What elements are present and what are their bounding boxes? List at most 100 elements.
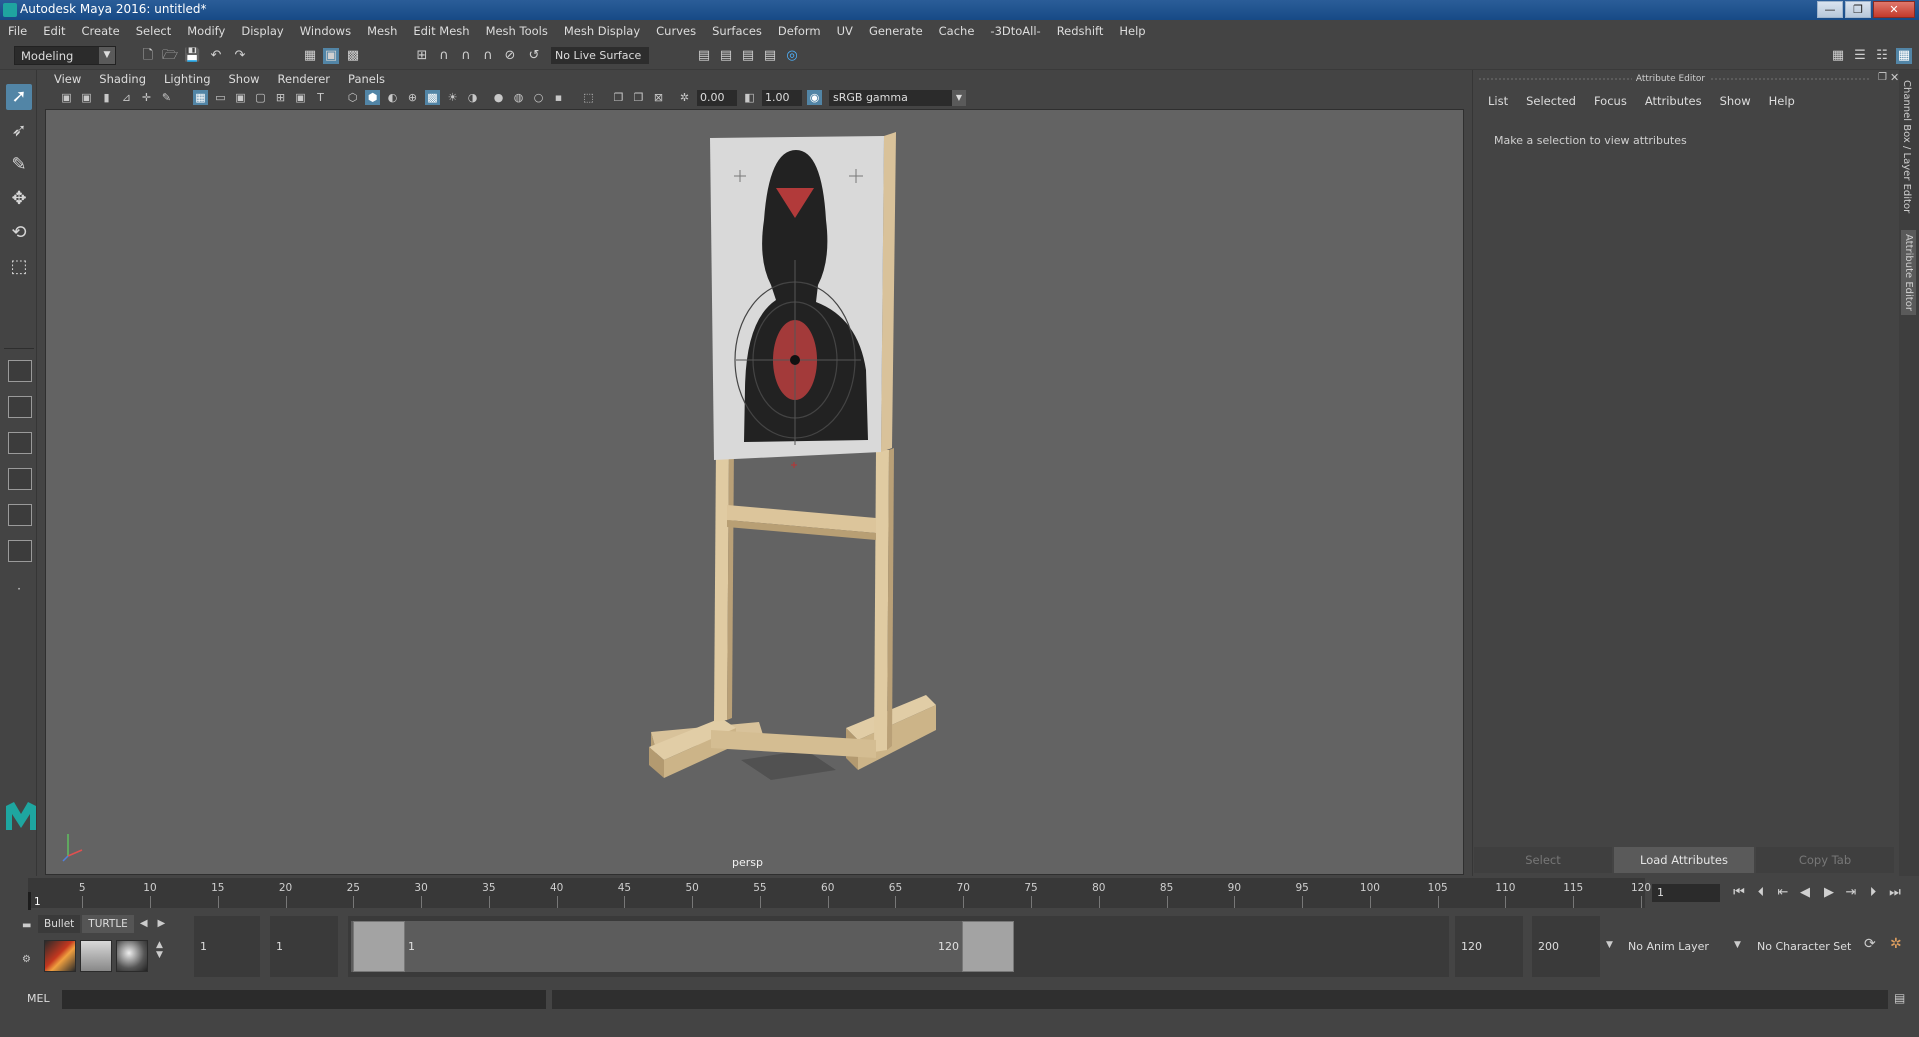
ae-menu-attributes[interactable]: Attributes (1636, 94, 1711, 108)
isolate-select-icon[interactable]: ⬚ (581, 90, 596, 105)
screen-space-ao-icon[interactable]: ● (491, 90, 506, 105)
hypershade-layout-icon[interactable] (8, 540, 32, 562)
shelf-tab-turtle[interactable]: TURTLE (82, 915, 134, 933)
current-frame-field[interactable]: 1 (1652, 884, 1720, 902)
field-chart-icon[interactable]: ⊞ (273, 90, 288, 105)
time-slider[interactable]: 1 5 10 15 20 25 30 35 40 45 50 55 60 65 70 75 80 85 90 95 1… (0, 876, 1919, 910)
menu-edit-mesh[interactable]: Edit Mesh (405, 24, 477, 38)
textured-icon[interactable]: ▩ (425, 90, 440, 105)
menu-create[interactable]: Create (74, 24, 128, 38)
shelf-scroll-icon[interactable]: ▲ ▼ (156, 940, 163, 960)
menu-redshift[interactable]: Redshift (1049, 24, 1112, 38)
select-button[interactable]: Select (1474, 847, 1612, 873)
resolution-gate-icon[interactable]: ▣ (233, 90, 248, 105)
step-back-key-icon[interactable]: ⇤ (1774, 884, 1792, 902)
persp-graph-layout-icon[interactable] (8, 468, 32, 490)
current-time-marker[interactable] (28, 892, 31, 910)
play-forwards-icon[interactable]: ▶ (1820, 884, 1838, 902)
single-perspective-layout-icon[interactable] (8, 360, 32, 382)
script-language-label[interactable]: MEL (27, 992, 50, 1005)
smooth-shade-icon[interactable]: ⬢ (365, 90, 380, 105)
rotate-tool-icon[interactable]: ⟲ (6, 220, 32, 246)
step-forward-frame-icon[interactable]: ⏵ (1864, 884, 1882, 902)
panel-menu-view[interactable]: View (45, 72, 90, 86)
tool-settings-icon[interactable]: ☷ (1874, 48, 1890, 64)
menu-modify[interactable]: Modify (179, 24, 233, 38)
exposure-icon[interactable]: ✲ (677, 90, 692, 105)
shelf-settings-icon[interactable]: ⚙ (22, 954, 31, 965)
save-scene-icon[interactable]: 💾 (184, 48, 200, 64)
range-slider[interactable] (351, 921, 1014, 972)
safe-title-icon[interactable]: T (313, 90, 328, 105)
ae-menu-show[interactable]: Show (1711, 94, 1760, 108)
make-live-icon[interactable]: ⊘ (502, 48, 518, 64)
panel-menu-renderer[interactable]: Renderer (269, 72, 340, 86)
wireframe-icon[interactable]: ⬡ (345, 90, 360, 105)
anti-aliasing-icon[interactable]: ○ (531, 90, 546, 105)
gamma-field[interactable]: 1.00 (762, 90, 802, 106)
safe-action-icon[interactable]: ▣ (293, 90, 308, 105)
close-button[interactable]: ✕ (1873, 1, 1915, 18)
menu-set-dropdown[interactable]: Modeling ▼ (14, 46, 116, 65)
turtle-surface-icon[interactable] (116, 940, 148, 972)
menu-mesh[interactable]: Mesh (359, 24, 405, 38)
redo-icon[interactable]: ↷ (232, 48, 248, 64)
channel-box-tab[interactable]: Channel Box / Layer Editor (1901, 80, 1912, 213)
snap-surface-icon[interactable]: ↺ (526, 48, 542, 64)
menu-cache[interactable]: Cache (931, 24, 983, 38)
turtle-bake-icon[interactable] (80, 940, 112, 972)
move-tool-icon[interactable]: ✥ (6, 186, 32, 212)
close-panel-icon[interactable]: ✕ (1890, 71, 1899, 84)
menu-select[interactable]: Select (128, 24, 179, 38)
load-attributes-button[interactable]: Load Attributes (1614, 847, 1754, 873)
render-settings-icon[interactable]: ▤ (740, 48, 756, 64)
menu-deform[interactable]: Deform (770, 24, 829, 38)
snap-grid-icon[interactable]: ⊞ (414, 48, 430, 64)
menu-uv[interactable]: UV (829, 24, 861, 38)
shadows-icon[interactable]: ◑ (465, 90, 480, 105)
snap-curve-icon[interactable]: ∩ (436, 48, 452, 64)
xray-joints-icon[interactable]: ❐ (631, 90, 646, 105)
script-editor-icon[interactable]: ▤ (1894, 991, 1905, 1005)
outliner-icon[interactable]: ☰ (1852, 48, 1868, 64)
turtle-render-icon[interactable] (44, 940, 76, 972)
ae-menu-selected[interactable]: Selected (1517, 94, 1585, 108)
xray-components-icon[interactable]: ⊠ (651, 90, 666, 105)
ae-menu-list[interactable]: List (1479, 94, 1517, 108)
depth-of-field-icon[interactable]: ▪ (551, 90, 566, 105)
exposure-field[interactable]: 0.00 (697, 90, 737, 106)
render-frame-icon[interactable]: ▤ (696, 48, 712, 64)
render-view-icon[interactable]: ◎ (784, 48, 800, 64)
live-surface-field[interactable]: No Live Surface (551, 47, 649, 64)
select-tool-icon[interactable]: ➚ (6, 84, 32, 110)
color-management-icon[interactable]: ◉ (807, 90, 822, 105)
default-material-icon[interactable]: ◐ (385, 90, 400, 105)
go-to-end-icon[interactable]: ⏭ (1886, 884, 1904, 902)
camera-attributes-icon[interactable]: ▣ (79, 90, 94, 105)
ae-menu-focus[interactable]: Focus (1585, 94, 1636, 108)
grid-icon[interactable]: ▦ (193, 90, 208, 105)
select-by-object-icon[interactable]: ▣ (323, 48, 339, 64)
maximize-button[interactable]: ❐ (1845, 1, 1871, 18)
grease-pencil-icon[interactable]: ✎ (159, 90, 174, 105)
shelf-scroll-right-icon[interactable]: ▶ (154, 915, 170, 933)
paint-select-tool-icon[interactable]: ✎ (6, 152, 32, 178)
animation-preferences-icon[interactable]: ✲ (1890, 936, 1902, 952)
command-input[interactable] (62, 990, 546, 1009)
layout-options-icon[interactable]: · (6, 576, 32, 602)
menu-mesh-tools[interactable]: Mesh Tools (478, 24, 556, 38)
menu-windows[interactable]: Windows (292, 24, 359, 38)
menu-display[interactable]: Display (233, 24, 291, 38)
animation-start-field[interactable]: 1 (194, 916, 260, 977)
go-to-start-icon[interactable]: ⏮ (1730, 884, 1748, 902)
undo-icon[interactable]: ↶ (208, 48, 224, 64)
shelf-scroll-left-icon[interactable]: ◀ (136, 915, 152, 933)
step-back-frame-icon[interactable]: ⏴ (1752, 884, 1770, 902)
xray-icon[interactable]: ❐ (611, 90, 626, 105)
range-start-handle[interactable] (353, 921, 405, 972)
character-set-dropdown[interactable]: No Character Set (1757, 916, 1851, 977)
2d-pan-zoom-icon[interactable]: ✛ (139, 90, 154, 105)
gamma-icon[interactable]: ◧ (742, 90, 757, 105)
shelf-tab-bullet[interactable]: Bullet (38, 915, 81, 933)
panel-menu-panels[interactable]: Panels (339, 72, 394, 86)
